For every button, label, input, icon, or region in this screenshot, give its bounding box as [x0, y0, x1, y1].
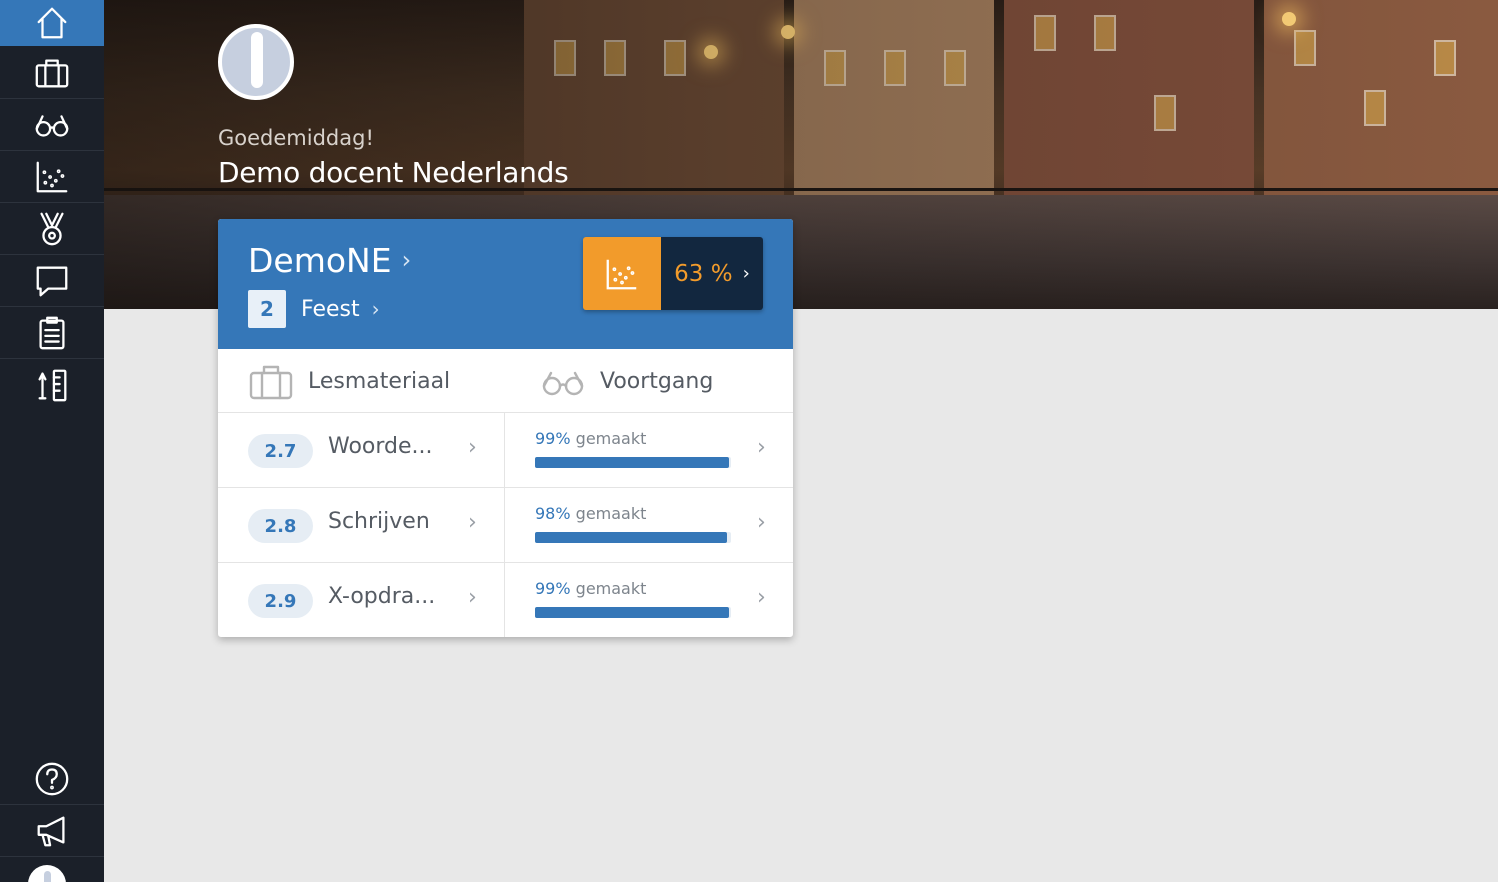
sidebar-item-progress[interactable] — [0, 99, 104, 151]
home-icon — [37, 7, 67, 39]
score-value: 63 % — [674, 260, 733, 287]
course-name: DemoNE — [248, 241, 392, 280]
chevron-right-icon: › — [757, 510, 766, 535]
scatter-chart-icon — [606, 259, 637, 289]
chat-icon — [36, 266, 68, 296]
help-icon — [35, 762, 69, 795]
sidebar-user-avatar[interactable] — [28, 865, 66, 882]
progress-suffix: gemaakt — [575, 429, 647, 448]
course-card: DemoNE › 2 Feest › 63 % › Lesmateriaal Voo… — [218, 219, 793, 637]
sidebar-item-results[interactable] — [0, 151, 104, 203]
course-link[interactable]: DemoNE › — [248, 241, 411, 280]
lesson-link[interactable]: 2.8 Schrijven › — [218, 488, 505, 563]
sidebar — [0, 0, 104, 882]
progress-text: 99% gemaakt — [535, 579, 646, 598]
lesson-name: X-opdra... — [328, 584, 436, 609]
chevron-right-icon: › — [468, 435, 477, 460]
lesson-progress-link[interactable]: 99% gemaakt › — [505, 413, 793, 488]
lesson-number-badge: 2.7 — [248, 434, 313, 468]
column-header-material: Lesmateriaal — [248, 349, 450, 413]
briefcase-icon — [35, 59, 69, 87]
column-headers: Lesmateriaal Voortgang — [218, 349, 793, 413]
progress-suffix: gemaakt — [575, 504, 647, 523]
progress-bar-fill — [535, 532, 728, 543]
lesson-link[interactable]: 2.9 X-opdra... › — [218, 563, 505, 637]
score-value-box: 63 % › — [661, 237, 763, 310]
progress-suffix: gemaakt — [575, 579, 647, 598]
progress-bar — [535, 457, 731, 468]
medal-icon — [40, 212, 64, 245]
lesson-row: 2.9 X-opdra... › 99% gemaakt › — [218, 563, 793, 637]
progress-bar-fill — [535, 607, 730, 618]
scatter-chart-icon — [36, 161, 68, 192]
column-label-material: Lesmateriaal — [308, 368, 451, 394]
column-label-progress: Voortgang — [600, 368, 714, 394]
chevron-right-icon: › — [371, 297, 380, 321]
lesson-name: Woorde... — [328, 434, 433, 459]
sidebar-item-home[interactable] — [0, 0, 104, 46]
progress-bar — [535, 607, 731, 618]
lesson-row: 2.8 Schrijven › 98% gemaakt › — [218, 488, 793, 563]
sidebar-item-material[interactable] — [0, 47, 104, 99]
progress-percent: 99% — [535, 579, 571, 598]
user-avatar[interactable] — [218, 24, 294, 100]
sidebar-item-messages[interactable] — [0, 255, 104, 307]
progress-text: 98% gemaakt — [535, 504, 646, 523]
score-icon-box — [583, 237, 661, 310]
lesson-row: 2.7 Woorde... › 99% gemaakt › — [218, 413, 793, 488]
score-button[interactable]: 63 % › — [583, 237, 763, 310]
user-name: Demo docent Nederlands — [218, 156, 569, 189]
chapter-number-badge: 2 — [248, 290, 286, 328]
progress-text: 99% gemaakt — [535, 429, 646, 448]
sidebar-item-achievements[interactable] — [0, 203, 104, 255]
chevron-right-icon: › — [757, 585, 766, 610]
lesson-progress-link[interactable]: 99% gemaakt › — [505, 563, 793, 637]
briefcase-icon — [249, 365, 293, 400]
sidebar-item-help[interactable] — [0, 753, 104, 805]
lesson-link[interactable]: 2.7 Woorde... › — [218, 413, 505, 488]
megaphone-icon — [37, 816, 65, 846]
sidebar-item-tasks[interactable] — [0, 307, 104, 359]
lesson-number-badge: 2.8 — [248, 509, 313, 543]
sidebar-item-tools[interactable] — [0, 359, 104, 411]
lesson-number-badge: 2.9 — [248, 584, 313, 618]
lesson-progress-link[interactable]: 98% gemaakt › — [505, 488, 793, 563]
progress-bar — [535, 532, 731, 543]
progress-bar-fill — [535, 457, 730, 468]
tools-icon — [38, 369, 67, 402]
chevron-right-icon: › — [468, 510, 477, 535]
course-card-header: DemoNE › 2 Feest › 63 % › — [218, 219, 793, 349]
column-header-progress: Voortgang — [540, 349, 713, 413]
chevron-right-icon: › — [757, 435, 766, 460]
progress-percent: 99% — [535, 429, 571, 448]
lesson-name: Schrijven — [328, 509, 430, 534]
glasses-icon — [542, 371, 584, 396]
chevron-right-icon: › — [401, 246, 412, 274]
chapter-link[interactable]: 2 Feest › — [248, 290, 380, 328]
progress-percent: 98% — [535, 504, 571, 523]
greeting-text: Goedemiddag! — [218, 126, 374, 150]
chevron-right-icon: › — [468, 585, 477, 610]
glasses-icon — [35, 114, 69, 137]
clipboard-icon — [39, 316, 65, 349]
chapter-name: Feest — [301, 296, 360, 322]
chevron-right-icon: › — [742, 263, 750, 284]
sidebar-item-announcements[interactable] — [0, 805, 104, 857]
